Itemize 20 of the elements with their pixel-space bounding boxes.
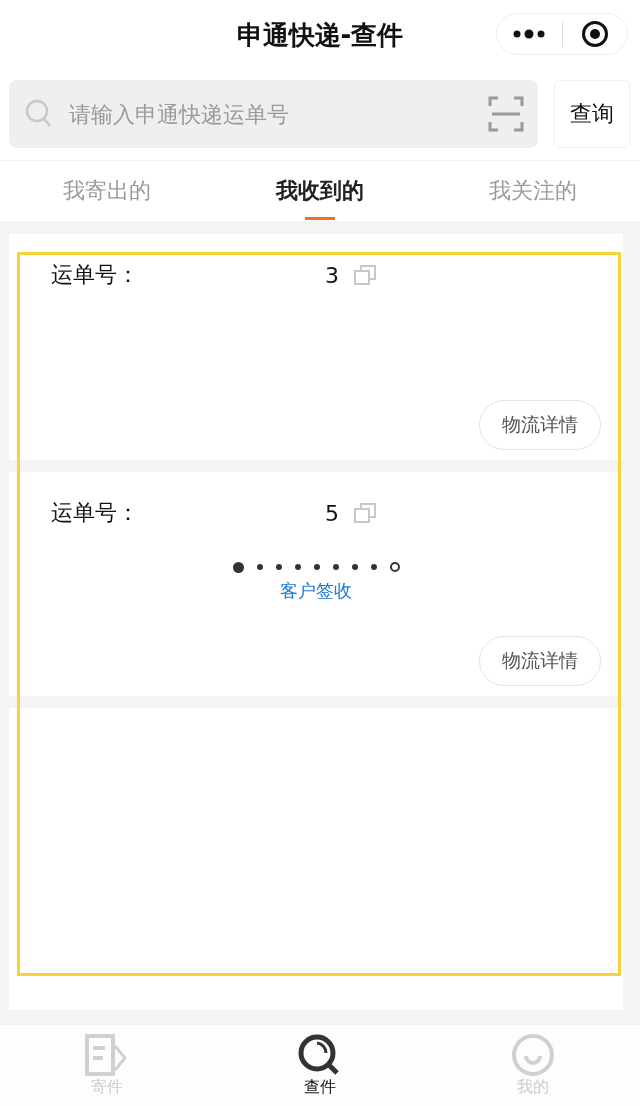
document-icon <box>84 1033 129 1076</box>
waybill-number: 3 <box>325 262 339 288</box>
scan-icon[interactable] <box>488 96 524 132</box>
query-button[interactable]: 查询 <box>554 80 630 148</box>
page-title: 申通快递-查件 <box>236 18 404 52</box>
status-text: 客户签收 <box>280 578 352 603</box>
search-icon <box>25 99 53 129</box>
nav-item[interactable]: 查件 <box>213 1025 427 1106</box>
copy-icon[interactable] <box>353 502 377 524</box>
more-icon[interactable] <box>512 29 547 39</box>
waybill-number: 5 <box>325 500 339 526</box>
waybill-label: 运单号： <box>51 499 140 527</box>
tab[interactable]: 我收到的 <box>213 161 427 221</box>
details-button[interactable]: 物流详情 <box>479 636 601 686</box>
copy-icon[interactable] <box>353 264 377 286</box>
smiley-icon <box>511 1033 556 1076</box>
close-icon[interactable] <box>580 20 609 48</box>
waybill-label: 运单号： <box>51 261 140 289</box>
details-button[interactable]: 物流详情 <box>479 400 601 450</box>
search-field[interactable]: 请输入申通快递运单号 <box>9 80 538 148</box>
